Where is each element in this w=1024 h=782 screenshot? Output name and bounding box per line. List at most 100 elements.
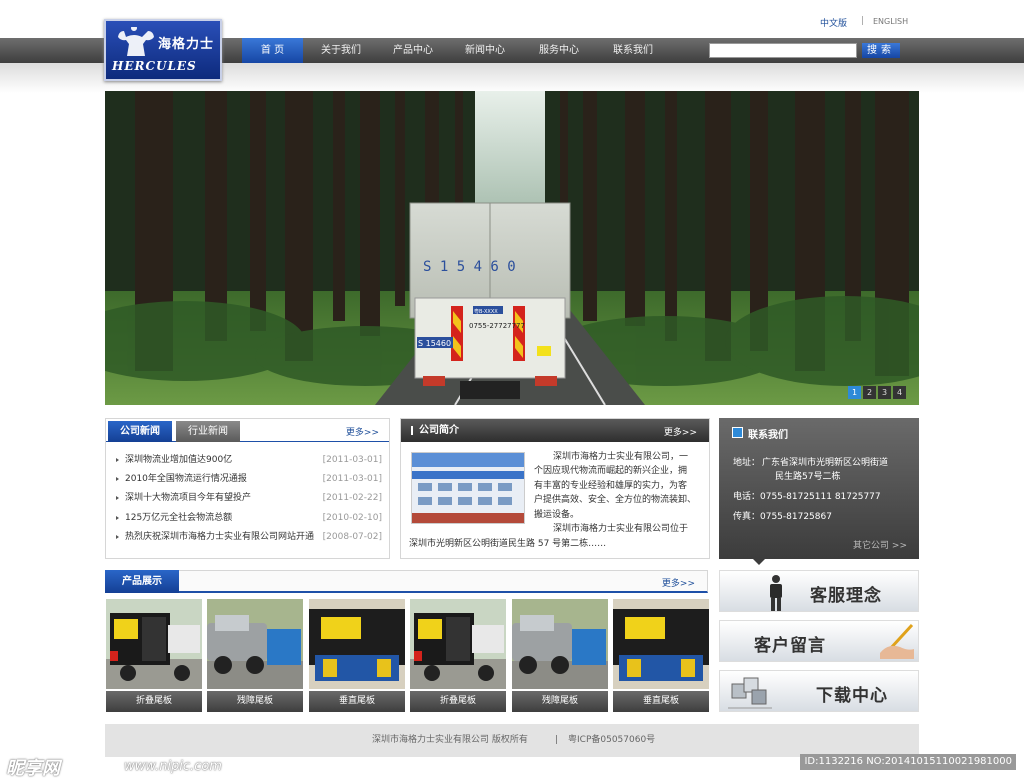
watermark-id: ID:1132216 NO:20141015110021981000 [800, 754, 1016, 770]
search-input[interactable] [709, 43, 857, 58]
handicap-tailgate-image [207, 599, 303, 689]
tab-industry-news[interactable]: 行业新闻 [176, 421, 240, 442]
muscle-man-icon [118, 27, 154, 56]
product-card[interactable]: 垂直尾板 [309, 599, 405, 712]
banner-page-1[interactable]: 1 [848, 386, 861, 399]
products-title: 产品展示 [105, 570, 179, 593]
language-switch: 中文版 | ENGLISH [820, 16, 920, 30]
about-line-4: 户提供高效、安全、全方位的物流装卸、 [534, 495, 697, 505]
product-card[interactable]: 折叠尾板 [410, 599, 506, 712]
product-caption[interactable]: 残障尾板 [207, 691, 303, 712]
download-center-button[interactable]: 下载中心 [719, 670, 919, 712]
bullet-icon [116, 516, 119, 520]
banner-page-3[interactable]: 3 [878, 386, 891, 399]
banner-page-2[interactable]: 2 [863, 386, 876, 399]
logo[interactable]: 海格力士 HERCULES [104, 19, 222, 81]
truck-phone: 0755-27727777 [469, 322, 525, 330]
products-more-link[interactable]: 更多>> [662, 576, 695, 589]
news-date: [2011-03-01] [322, 474, 382, 484]
nav-service[interactable]: 服务中心 [528, 38, 590, 63]
folding-tailgate-image [106, 599, 202, 689]
news-panel: 公司新闻 行业新闻 更多>> 深圳物流业增加值达900亿 [2011-03-01… [105, 418, 390, 559]
about-line-6: 深圳市海格力士实业有限公司位于 [553, 524, 689, 534]
news-date: [2011-03-01] [322, 455, 382, 465]
news-date: [2011-02-22] [322, 493, 382, 503]
vertical-tailgate-image [613, 599, 709, 689]
product-caption[interactable]: 垂直尾板 [613, 691, 709, 712]
bullet-icon [116, 458, 119, 462]
company-building-image [411, 452, 525, 524]
contact-fax: 传真：0755-81725867 [733, 512, 832, 522]
news-title[interactable]: 深圳物流业增加值达900亿 [125, 451, 317, 469]
title-bar-icon [411, 426, 413, 435]
about-line-1: 深圳市海格力士实业有限公司，一 [553, 452, 689, 462]
list-item[interactable]: 深圳十大物流项目今年有望投产 [2011-02-22] [116, 489, 384, 507]
customer-message-button[interactable]: 客户留言 [719, 620, 919, 662]
list-item[interactable]: 深圳物流业增加值达900亿 [2011-03-01] [116, 451, 384, 469]
watermark: 昵享网 www.nipic.com ID:1132216 NO:20141015… [0, 752, 1024, 782]
product-card[interactable]: 残障尾板 [512, 599, 608, 712]
product-caption[interactable]: 折叠尾板 [410, 691, 506, 712]
product-caption[interactable]: 折叠尾板 [106, 691, 202, 712]
person-icon [770, 575, 782, 611]
about-line-7: 深圳市光明新区公明街道民生路 57 号第二栋…… [409, 539, 607, 549]
product-caption[interactable]: 垂直尾板 [309, 691, 405, 712]
bullet-icon [116, 535, 119, 539]
contact-address-label: 地址： [733, 458, 761, 468]
forest-truck-image: S 1 5 4 6 0 粤B-XXXX 0755-27727777 S 1546… [105, 91, 919, 405]
side-button-label: 客服理念 [810, 586, 882, 606]
news-tabs: 公司新闻 行业新闻 更多>> [106, 419, 389, 442]
about-line-3: 有丰富的专业经验和雄厚的实力，为客 [534, 481, 688, 491]
tab-company-news[interactable]: 公司新闻 [108, 421, 172, 442]
customer-service-button[interactable]: 客服理念 [719, 570, 919, 612]
side-button-label: 客户留言 [754, 636, 826, 656]
folding-tailgate-image [410, 599, 506, 689]
panel-notch [753, 559, 765, 565]
nav-news[interactable]: 新闻中心 [454, 38, 516, 63]
list-item[interactable]: 热烈庆祝深圳市海格力士实业有限公司网站开通 [2008-07-02] [116, 528, 384, 546]
news-title[interactable]: 2010年全国物流运行情况通报 [125, 470, 317, 488]
about-line-5: 搬运设备。 [534, 510, 580, 520]
about-line-2: 个因应现代物流而崛起的新兴企业，拥 [534, 466, 688, 476]
product-card[interactable]: 折叠尾板 [106, 599, 202, 712]
bullet-icon [116, 477, 119, 481]
news-title[interactable]: 热烈庆祝深圳市海格力士实业有限公司网站开通 [125, 528, 317, 546]
other-company-link[interactable]: 其它公司 >> [853, 538, 907, 551]
logo-en: HERCULES [112, 59, 197, 73]
handicap-tailgate-image [512, 599, 608, 689]
banner-page-4[interactable]: 4 [893, 386, 906, 399]
nav-home[interactable]: 首 页 [242, 38, 303, 63]
cubes-icon [728, 677, 772, 709]
product-caption[interactable]: 残障尾板 [512, 691, 608, 712]
vertical-tailgate-image [309, 599, 405, 689]
news-title[interactable]: 125万亿元全社会物流总额 [125, 509, 317, 527]
logo-cn: 海格力士 [158, 37, 215, 52]
lang-english-link[interactable]: ENGLISH [873, 17, 908, 26]
nav-about[interactable]: 关于我们 [310, 38, 372, 63]
list-item[interactable]: 2010年全国物流运行情况通报 [2011-03-01] [116, 470, 384, 488]
product-card[interactable]: 残障尾板 [207, 599, 303, 712]
news-date: [2008-07-02] [322, 532, 382, 542]
bullet-icon [116, 496, 119, 500]
check-icon [732, 427, 743, 438]
news-more-link[interactable]: 更多>> [346, 425, 379, 438]
contact-phone: 电话：0755-81725111 81725777 [733, 492, 881, 502]
contact-address-2: 民生路57号二栋 [775, 472, 841, 482]
news-title[interactable]: 深圳十大物流项目今年有望投产 [125, 489, 317, 507]
watermark-url: www.nipic.com [124, 759, 222, 774]
contact-address-1: 广东省深圳市光明新区公明街道 [762, 458, 889, 468]
search-button[interactable]: 搜索 [862, 43, 900, 58]
lang-chinese-link[interactable]: 中文版 [820, 16, 847, 29]
contact-panel: 联系我们 地址： 广东省深圳市光明新区公明街道 民生路57号二栋 电话：0755… [719, 418, 919, 565]
watermark-brand: 昵享网 [6, 758, 60, 779]
about-more-link[interactable]: 更多>> [664, 425, 697, 438]
nav-contact[interactable]: 联系我们 [602, 38, 664, 63]
news-date: [2010-02-10] [322, 513, 382, 523]
products-header: 产品展示 更多>> [105, 570, 708, 593]
truck-plate-top: 粤B-XXXX [474, 308, 498, 315]
truck-plate: S 15460 [418, 339, 451, 348]
nav-products[interactable]: 产品中心 [382, 38, 444, 63]
list-item[interactable]: 125万亿元全社会物流总额 [2010-02-10] [116, 509, 384, 527]
product-card[interactable]: 垂直尾板 [613, 599, 709, 712]
side-button-label: 下载中心 [816, 686, 888, 706]
